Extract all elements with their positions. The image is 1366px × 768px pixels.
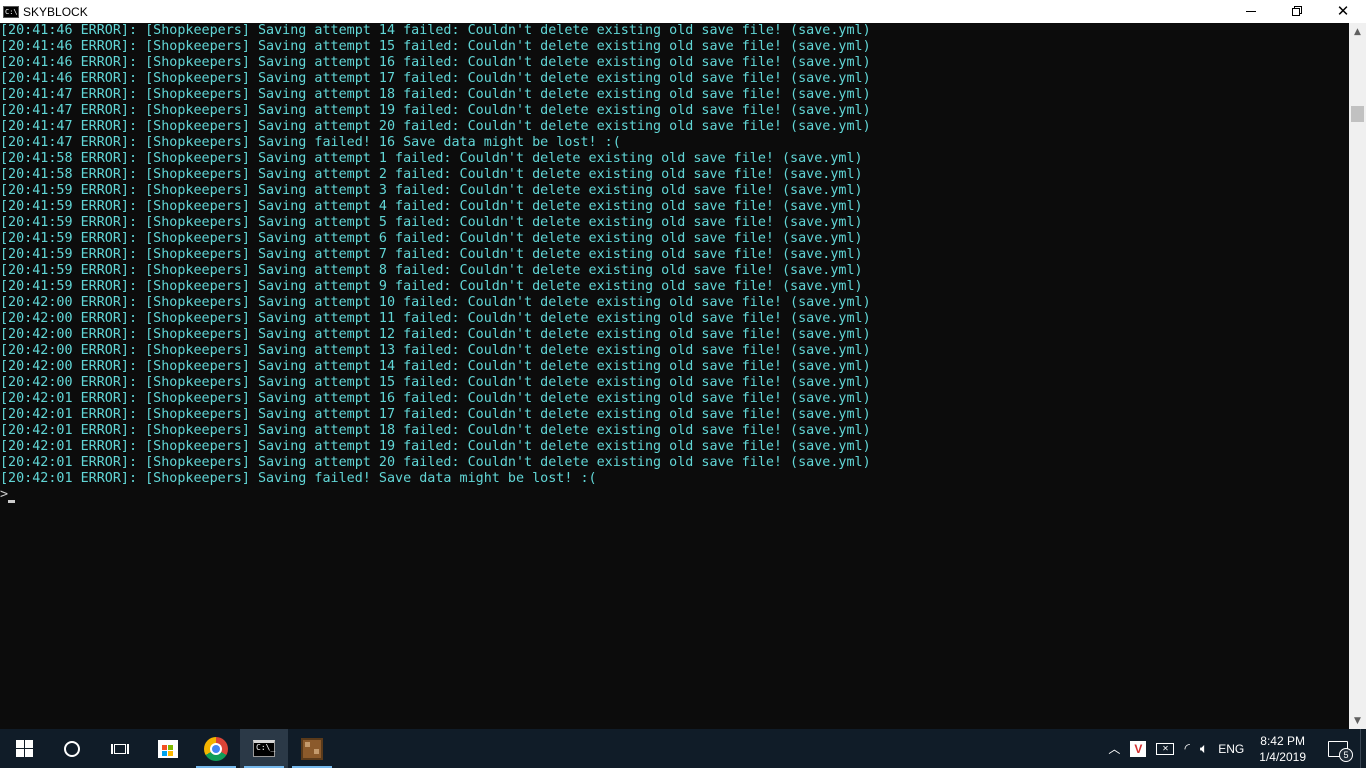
restore-icon — [1291, 6, 1303, 17]
console-line: [20:41:59 ERROR]: [Shopkeepers] Saving a… — [0, 231, 863, 246]
text-cursor — [8, 500, 15, 503]
tray-app-v-button[interactable]: V — [1125, 729, 1151, 768]
show-hidden-icons-button[interactable]: ︿ — [1103, 729, 1125, 768]
console-line: [20:42:01 ERROR]: [Shopkeepers] Saving a… — [0, 391, 871, 406]
console-line: [20:42:01 ERROR]: [Shopkeepers] Saving a… — [0, 455, 871, 470]
chrome-icon — [204, 736, 228, 761]
vertical-scrollbar[interactable]: ▲ ▼ — [1349, 23, 1366, 729]
command-prompt-icon: C:\_ — [253, 740, 275, 757]
minimize-icon — [1246, 11, 1256, 12]
restore-button[interactable] — [1274, 0, 1320, 23]
scroll-up-button[interactable]: ▲ — [1349, 23, 1366, 40]
prompt-symbol: > — [0, 487, 9, 502]
wifi-icon: ◜ — [1184, 740, 1190, 756]
console-line: [20:41:46 ERROR]: [Shopkeepers] Saving a… — [0, 23, 871, 38]
taskbar: C:\_ ︿ V ✕ ◜ 🔈︎ ENG 8:42 PM 1/4/2019 5 — [0, 729, 1366, 768]
console-line: [20:42:01 ERROR]: [Shopkeepers] Saving a… — [0, 423, 871, 438]
store-button[interactable] — [144, 729, 192, 768]
window-title: SKYBLOCK — [23, 4, 88, 19]
console-line: [20:41:59 ERROR]: [Shopkeepers] Saving a… — [0, 263, 863, 278]
console-line: [20:42:00 ERROR]: [Shopkeepers] Saving a… — [0, 327, 871, 342]
console-icon: C:\ — [3, 5, 19, 18]
chrome-button[interactable] — [192, 729, 240, 768]
window-controls: ✕ — [1228, 0, 1366, 23]
console-line: [20:41:47 ERROR]: [Shopkeepers] Saving a… — [0, 119, 871, 134]
console-line: [20:41:59 ERROR]: [Shopkeepers] Saving a… — [0, 247, 863, 262]
show-desktop-button[interactable] — [1360, 729, 1366, 768]
close-icon: ✕ — [1336, 2, 1350, 20]
console-line: [20:41:46 ERROR]: [Shopkeepers] Saving a… — [0, 39, 871, 54]
command-prompt-button[interactable]: C:\_ — [240, 729, 288, 768]
console-line: [20:41:59 ERROR]: [Shopkeepers] Saving a… — [0, 199, 863, 214]
minecraft-icon — [301, 737, 323, 760]
console-line: [20:42:00 ERROR]: [Shopkeepers] Saving a… — [0, 375, 871, 390]
task-view-icon — [111, 742, 129, 756]
clock-time: 8:42 PM — [1260, 733, 1305, 748]
cortana-button[interactable] — [48, 729, 96, 768]
cortana-circle-icon — [64, 740, 80, 757]
console-line: [20:41:59 ERROR]: [Shopkeepers] Saving a… — [0, 183, 863, 198]
title-bar[interactable]: C:\ SKYBLOCK ✕ — [0, 0, 1366, 23]
battery-button[interactable]: ✕ — [1151, 729, 1179, 768]
console-line: [20:42:00 ERROR]: [Shopkeepers] Saving a… — [0, 359, 871, 374]
scroll-down-icon: ▼ — [1354, 715, 1361, 726]
language-label: ENG — [1218, 741, 1245, 756]
console-line: [20:41:47 ERROR]: [Shopkeepers] Saving a… — [0, 103, 871, 118]
scroll-up-icon: ▲ — [1354, 26, 1361, 37]
console-line: [20:42:00 ERROR]: [Shopkeepers] Saving a… — [0, 311, 871, 326]
notification-icon: 5 — [1328, 740, 1353, 762]
console-line: [20:42:01 ERROR]: [Shopkeepers] Saving a… — [0, 407, 871, 422]
v-app-icon: V — [1130, 740, 1147, 757]
console-line: [20:42:01 ERROR]: [Shopkeepers] Saving a… — [0, 439, 871, 454]
task-view-button[interactable] — [96, 729, 144, 768]
battery-icon: ✕ — [1156, 742, 1175, 755]
console-line: [20:41:46 ERROR]: [Shopkeepers] Saving a… — [0, 55, 871, 70]
clock-date: 1/4/2019 — [1259, 749, 1306, 764]
console-line: [20:41:47 ERROR]: [Shopkeepers] Saving a… — [0, 87, 871, 102]
scroll-down-button[interactable]: ▼ — [1349, 712, 1366, 729]
console-line: [20:41:59 ERROR]: [Shopkeepers] Saving a… — [0, 215, 863, 230]
console-line: [20:41:58 ERROR]: [Shopkeepers] Saving a… — [0, 167, 863, 182]
clock-button[interactable]: 8:42 PM 1/4/2019 — [1249, 733, 1316, 765]
console-line: [20:41:47 ERROR]: [Shopkeepers] Saving f… — [0, 135, 621, 150]
minimize-button[interactable] — [1228, 0, 1274, 23]
console-line: [20:42:00 ERROR]: [Shopkeepers] Saving a… — [0, 295, 871, 310]
windows-logo-icon — [15, 740, 33, 757]
console-log: [20:41:46 ERROR]: [Shopkeepers] Saving a… — [0, 23, 1349, 487]
close-button[interactable]: ✕ — [1320, 0, 1366, 23]
console-line: [20:42:01 ERROR]: [Shopkeepers] Saving f… — [0, 471, 597, 486]
minecraft-button[interactable] — [288, 729, 336, 768]
console-line: [20:41:58 ERROR]: [Shopkeepers] Saving a… — [0, 151, 863, 166]
scrollbar-thumb[interactable] — [1351, 106, 1364, 122]
system-tray: ︿ V ✕ ◜ 🔈︎ ENG 8:42 PM 1/4/2019 5 — [1103, 729, 1366, 768]
microsoft-store-icon — [158, 739, 178, 758]
console-prompt[interactable]: > — [0, 487, 1349, 503]
console-line: [20:42:00 ERROR]: [Shopkeepers] Saving a… — [0, 343, 871, 358]
network-button[interactable]: ◜ — [1179, 729, 1194, 768]
action-center-button[interactable]: 5 — [1316, 729, 1360, 768]
console-line: [20:41:46 ERROR]: [Shopkeepers] Saving a… — [0, 71, 871, 86]
language-button[interactable]: ENG — [1213, 729, 1249, 768]
console-output[interactable]: [20:41:46 ERROR]: [Shopkeepers] Saving a… — [0, 23, 1349, 729]
chevron-up-icon: ︿ — [1108, 742, 1121, 756]
speaker-icon: 🔈︎ — [1199, 740, 1209, 756]
volume-button[interactable]: 🔈︎ — [1195, 729, 1213, 768]
start-button[interactable] — [0, 729, 48, 768]
notification-count: 5 — [1339, 747, 1353, 762]
console-line: [20:41:59 ERROR]: [Shopkeepers] Saving a… — [0, 279, 863, 294]
